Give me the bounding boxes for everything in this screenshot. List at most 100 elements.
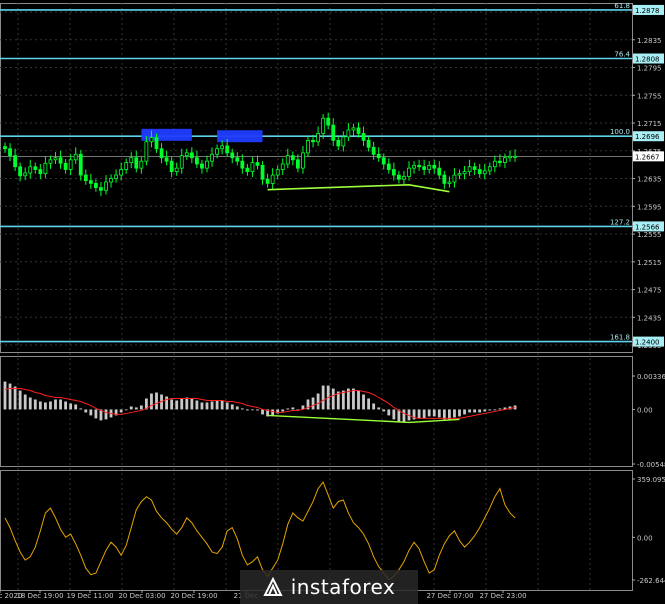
macd-bar bbox=[119, 409, 123, 413]
macd-bar bbox=[311, 397, 315, 410]
macd-bar bbox=[463, 409, 466, 415]
candle-body bbox=[38, 169, 43, 175]
candle-body bbox=[316, 133, 321, 143]
macd-bar bbox=[251, 409, 254, 411]
candle-body bbox=[88, 180, 93, 184]
macd-bar bbox=[498, 408, 502, 410]
macd-bar bbox=[352, 388, 355, 410]
candle-body bbox=[361, 133, 366, 141]
candle-body bbox=[184, 152, 189, 157]
macd-bar bbox=[180, 398, 184, 410]
candle-body bbox=[386, 163, 391, 170]
chart-canvas: 1.28751.28351.27951.27551.27151.26751.26… bbox=[0, 2, 665, 600]
candle-body bbox=[240, 160, 245, 169]
fib-level-label: 61.8 bbox=[614, 2, 630, 10]
macd-bar bbox=[367, 398, 370, 410]
y-tick-label: 1.2555 bbox=[637, 231, 662, 239]
x-tick-label: 20 Dec 03:00 bbox=[118, 592, 165, 600]
macd-bar bbox=[8, 383, 12, 410]
candle-body bbox=[422, 166, 427, 170]
candle-body bbox=[164, 157, 169, 162]
candle-body bbox=[94, 182, 98, 188]
candle-body bbox=[295, 159, 300, 169]
macd-bar bbox=[427, 409, 431, 417]
resistance-zone bbox=[141, 128, 192, 141]
candle-body bbox=[13, 155, 18, 168]
macd-bar bbox=[422, 409, 426, 419]
candle-body bbox=[129, 157, 134, 163]
candle-body bbox=[250, 162, 255, 173]
candle-body bbox=[472, 166, 477, 170]
macd-bar bbox=[432, 409, 436, 417]
candle-body bbox=[43, 162, 48, 175]
macd-bar bbox=[468, 409, 471, 413]
candle-body bbox=[497, 160, 502, 163]
macd-bar bbox=[150, 393, 153, 410]
candle-body bbox=[452, 174, 457, 183]
instaforex-logo-icon bbox=[263, 576, 283, 597]
candle-body bbox=[8, 148, 12, 157]
macd-bar bbox=[458, 409, 461, 417]
macd-bar bbox=[18, 390, 22, 410]
macd-bar bbox=[473, 409, 477, 413]
macd-bar bbox=[316, 393, 320, 410]
candle-body bbox=[417, 164, 422, 168]
fib-price-label: 1.2808 bbox=[635, 56, 660, 64]
candle-body bbox=[119, 169, 124, 176]
candle-body bbox=[68, 159, 73, 170]
fib-level-label: 100.0 bbox=[610, 128, 630, 136]
candle-body bbox=[215, 148, 220, 155]
x-tick-label: 27 Dec 07:00 bbox=[426, 592, 473, 600]
macd-bar bbox=[64, 401, 67, 410]
candle-body bbox=[210, 153, 214, 162]
candle-body bbox=[280, 163, 285, 170]
candle-body bbox=[205, 160, 209, 169]
macd-bar bbox=[210, 401, 214, 410]
candle-body bbox=[381, 157, 386, 165]
oscillator-line bbox=[4, 481, 516, 581]
price-divergence-line bbox=[267, 183, 450, 193]
candle-body bbox=[442, 174, 447, 184]
y-tick-label: 1.2515 bbox=[637, 259, 662, 267]
macd-bar bbox=[362, 394, 365, 410]
macd-bar bbox=[33, 399, 37, 410]
macd-bar bbox=[205, 402, 209, 410]
candle-body bbox=[18, 166, 23, 177]
macd-bar bbox=[230, 404, 234, 410]
macd-bar bbox=[256, 409, 259, 411]
candle-body bbox=[225, 145, 230, 154]
macd-bar bbox=[372, 403, 376, 410]
candle-body bbox=[391, 169, 396, 176]
candle-body bbox=[346, 129, 351, 138]
macd-bar bbox=[488, 409, 492, 411]
candle-body bbox=[169, 160, 174, 173]
candle-body bbox=[402, 176, 406, 180]
macd-bar bbox=[84, 409, 88, 413]
candle-body bbox=[255, 162, 260, 166]
candle-body bbox=[99, 187, 103, 191]
macd-bar bbox=[104, 409, 108, 420]
macd-bar bbox=[94, 409, 98, 419]
macd-tick-label: 0.00 bbox=[637, 406, 653, 414]
candle-body bbox=[407, 167, 411, 177]
candle-body bbox=[114, 174, 118, 179]
candle-body bbox=[371, 146, 376, 155]
macd-pane: 0.00336 0.00 -0.00548 bbox=[3, 373, 665, 469]
y-tick-label: 1.2435 bbox=[637, 314, 662, 322]
candle-body bbox=[154, 137, 159, 150]
candle-body bbox=[467, 166, 472, 173]
candle-body bbox=[376, 153, 381, 159]
macd-bar bbox=[377, 407, 381, 410]
y-tick-label: 1.2795 bbox=[637, 65, 662, 73]
macd-bar bbox=[225, 402, 229, 410]
candle-body bbox=[290, 155, 295, 161]
macd-bar bbox=[175, 400, 179, 410]
macd-bar bbox=[89, 409, 93, 416]
macd-bar bbox=[28, 397, 32, 410]
current-price-label: 1.2667 bbox=[635, 153, 660, 161]
macd-tick-label: 0.00336 bbox=[637, 373, 665, 381]
y-tick-label: 1.2755 bbox=[637, 92, 662, 100]
candle-body bbox=[83, 174, 88, 182]
candle-body bbox=[245, 167, 250, 173]
macd-bar bbox=[3, 381, 7, 410]
